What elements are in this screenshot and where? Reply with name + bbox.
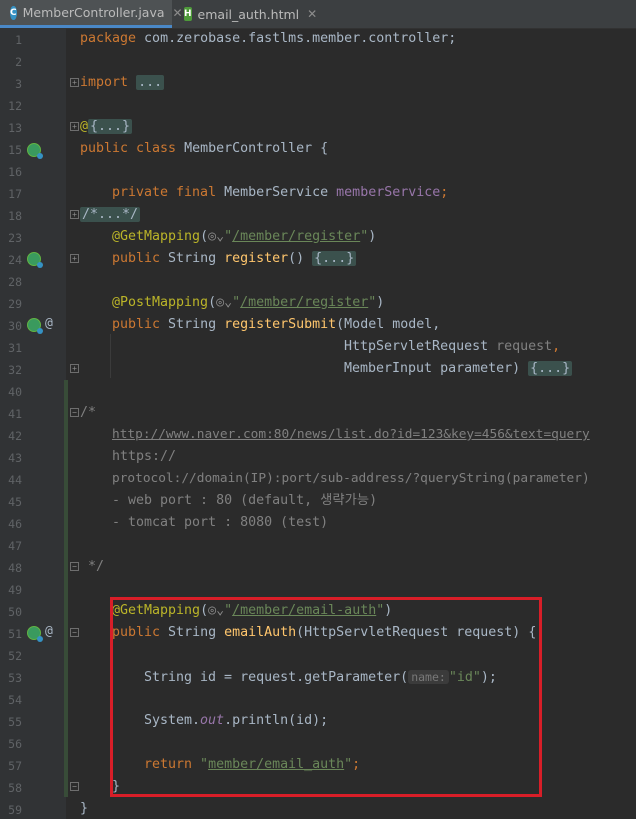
line-number: 1 <box>15 33 22 47</box>
fold-toggle-icon[interactable]: + <box>70 78 79 87</box>
code-line-45[interactable]: - web port : 80 (default, 생략가능) <box>112 493 377 509</box>
line-number: 52 <box>8 649 22 663</box>
code-line-43[interactable]: https:// <box>112 449 176 465</box>
line-number: 53 <box>8 671 22 685</box>
code-line-42[interactable]: http://www.naver.com:80/news/list.do?id=… <box>112 427 590 443</box>
line-number: 24 <box>8 253 22 267</box>
line-number: 49 <box>8 583 22 597</box>
tab-email-auth[interactable]: H email_auth.html ✕ <box>174 0 317 28</box>
line-number: 58 <box>8 781 22 795</box>
code-line-23[interactable]: @GetMapping(◎⌄"/member/register") <box>112 229 376 245</box>
line-number: 54 <box>8 693 22 707</box>
fold-toggle-icon[interactable]: + <box>70 254 79 263</box>
line-number: 2 <box>15 55 22 69</box>
line-number: 31 <box>8 341 22 355</box>
code-line-41[interactable]: /* <box>80 405 96 421</box>
line-number: 50 <box>8 605 22 619</box>
tab-label: MemberController.java <box>22 5 165 20</box>
line-number: 42 <box>8 429 22 443</box>
code-line-44[interactable]: protocol://domain(IP):port/sub-address/?… <box>112 471 590 487</box>
fold-toggle-icon[interactable]: + <box>70 122 79 131</box>
override-at-icon[interactable]: @ <box>45 624 53 639</box>
line-number: 44 <box>8 473 22 487</box>
tab-label: email_auth.html <box>197 6 300 22</box>
line-number: 47 <box>8 539 22 553</box>
editor-tab-bar: C MemberController.java ✕ H email_auth.h… <box>0 0 636 29</box>
fold-toggle-icon[interactable]: − <box>70 782 79 791</box>
line-number: 46 <box>8 517 22 531</box>
code-line-31[interactable]: HttpServletRequest request, <box>344 339 560 355</box>
fold-toggle-icon[interactable]: + <box>70 364 79 373</box>
fold-toggle-icon[interactable]: − <box>70 562 79 571</box>
line-number: 17 <box>8 187 22 201</box>
vcs-change-marker[interactable] <box>64 380 68 797</box>
java-class-icon: C <box>10 5 17 20</box>
spring-bean-icon[interactable] <box>27 143 43 159</box>
highlight-box <box>110 597 542 797</box>
code-line-17[interactable]: private final MemberService memberServic… <box>112 185 448 201</box>
line-number: 28 <box>8 275 22 289</box>
code-line-46[interactable]: - tomcat port : 8080 (test) <box>112 515 328 531</box>
line-number: 43 <box>8 451 22 465</box>
line-number: 13 <box>8 121 22 135</box>
code-line-30[interactable]: public String registerSubmit(Model model… <box>112 317 440 333</box>
code-line-24[interactable]: public String register() {...} <box>112 251 357 267</box>
line-number: 59 <box>8 803 22 817</box>
line-number: 29 <box>8 297 22 311</box>
line-number: 16 <box>8 165 22 179</box>
line-number: 3 <box>15 77 22 91</box>
code-line-32[interactable]: MemberInput parameter) {...} <box>344 361 573 377</box>
spring-bean-icon[interactable] <box>27 626 43 642</box>
line-number: 30 <box>8 319 22 333</box>
code-line-15[interactable]: public class MemberController { <box>80 141 328 157</box>
spring-bean-icon[interactable] <box>27 318 43 334</box>
code-line-59[interactable]: } <box>80 801 88 817</box>
line-number: 57 <box>8 759 22 773</box>
code-line-1[interactable]: package com.zerobase.fastlms.member.cont… <box>80 31 456 47</box>
code-line-13[interactable]: @ {...} <box>80 119 133 135</box>
spring-bean-icon[interactable] <box>27 252 43 268</box>
line-number: 32 <box>8 363 22 377</box>
fold-toggle-icon[interactable]: − <box>70 408 79 417</box>
line-number: 48 <box>8 561 22 575</box>
html-file-icon: H <box>184 7 192 21</box>
globe-icon[interactable]: ◎⌄ <box>208 229 224 244</box>
code-line-48[interactable]: */ <box>80 559 104 575</box>
line-number: 41 <box>8 407 22 421</box>
globe-icon[interactable]: ◎⌄ <box>216 295 232 310</box>
code-line-18[interactable]: /*...*/ <box>80 207 141 223</box>
code-line-29[interactable]: @PostMapping(◎⌄"/member/register") <box>112 295 384 311</box>
line-number: 15 <box>8 143 22 157</box>
line-number: 51 <box>8 627 22 641</box>
override-at-icon[interactable]: @ <box>45 316 53 331</box>
line-number: 18 <box>8 209 22 223</box>
tab-member-controller[interactable]: C MemberController.java ✕ <box>0 0 183 28</box>
line-number: 56 <box>8 737 22 751</box>
close-icon[interactable]: ✕ <box>307 7 317 21</box>
indent-guide <box>110 334 111 378</box>
fold-toggle-icon[interactable]: + <box>70 210 79 219</box>
line-number: 45 <box>8 495 22 509</box>
code-line-3[interactable]: import ... <box>80 75 165 91</box>
line-number: 55 <box>8 715 22 729</box>
line-number: 23 <box>8 231 22 245</box>
line-number: 12 <box>8 99 22 113</box>
fold-toggle-icon[interactable]: − <box>70 628 79 637</box>
line-number: 40 <box>8 385 22 399</box>
